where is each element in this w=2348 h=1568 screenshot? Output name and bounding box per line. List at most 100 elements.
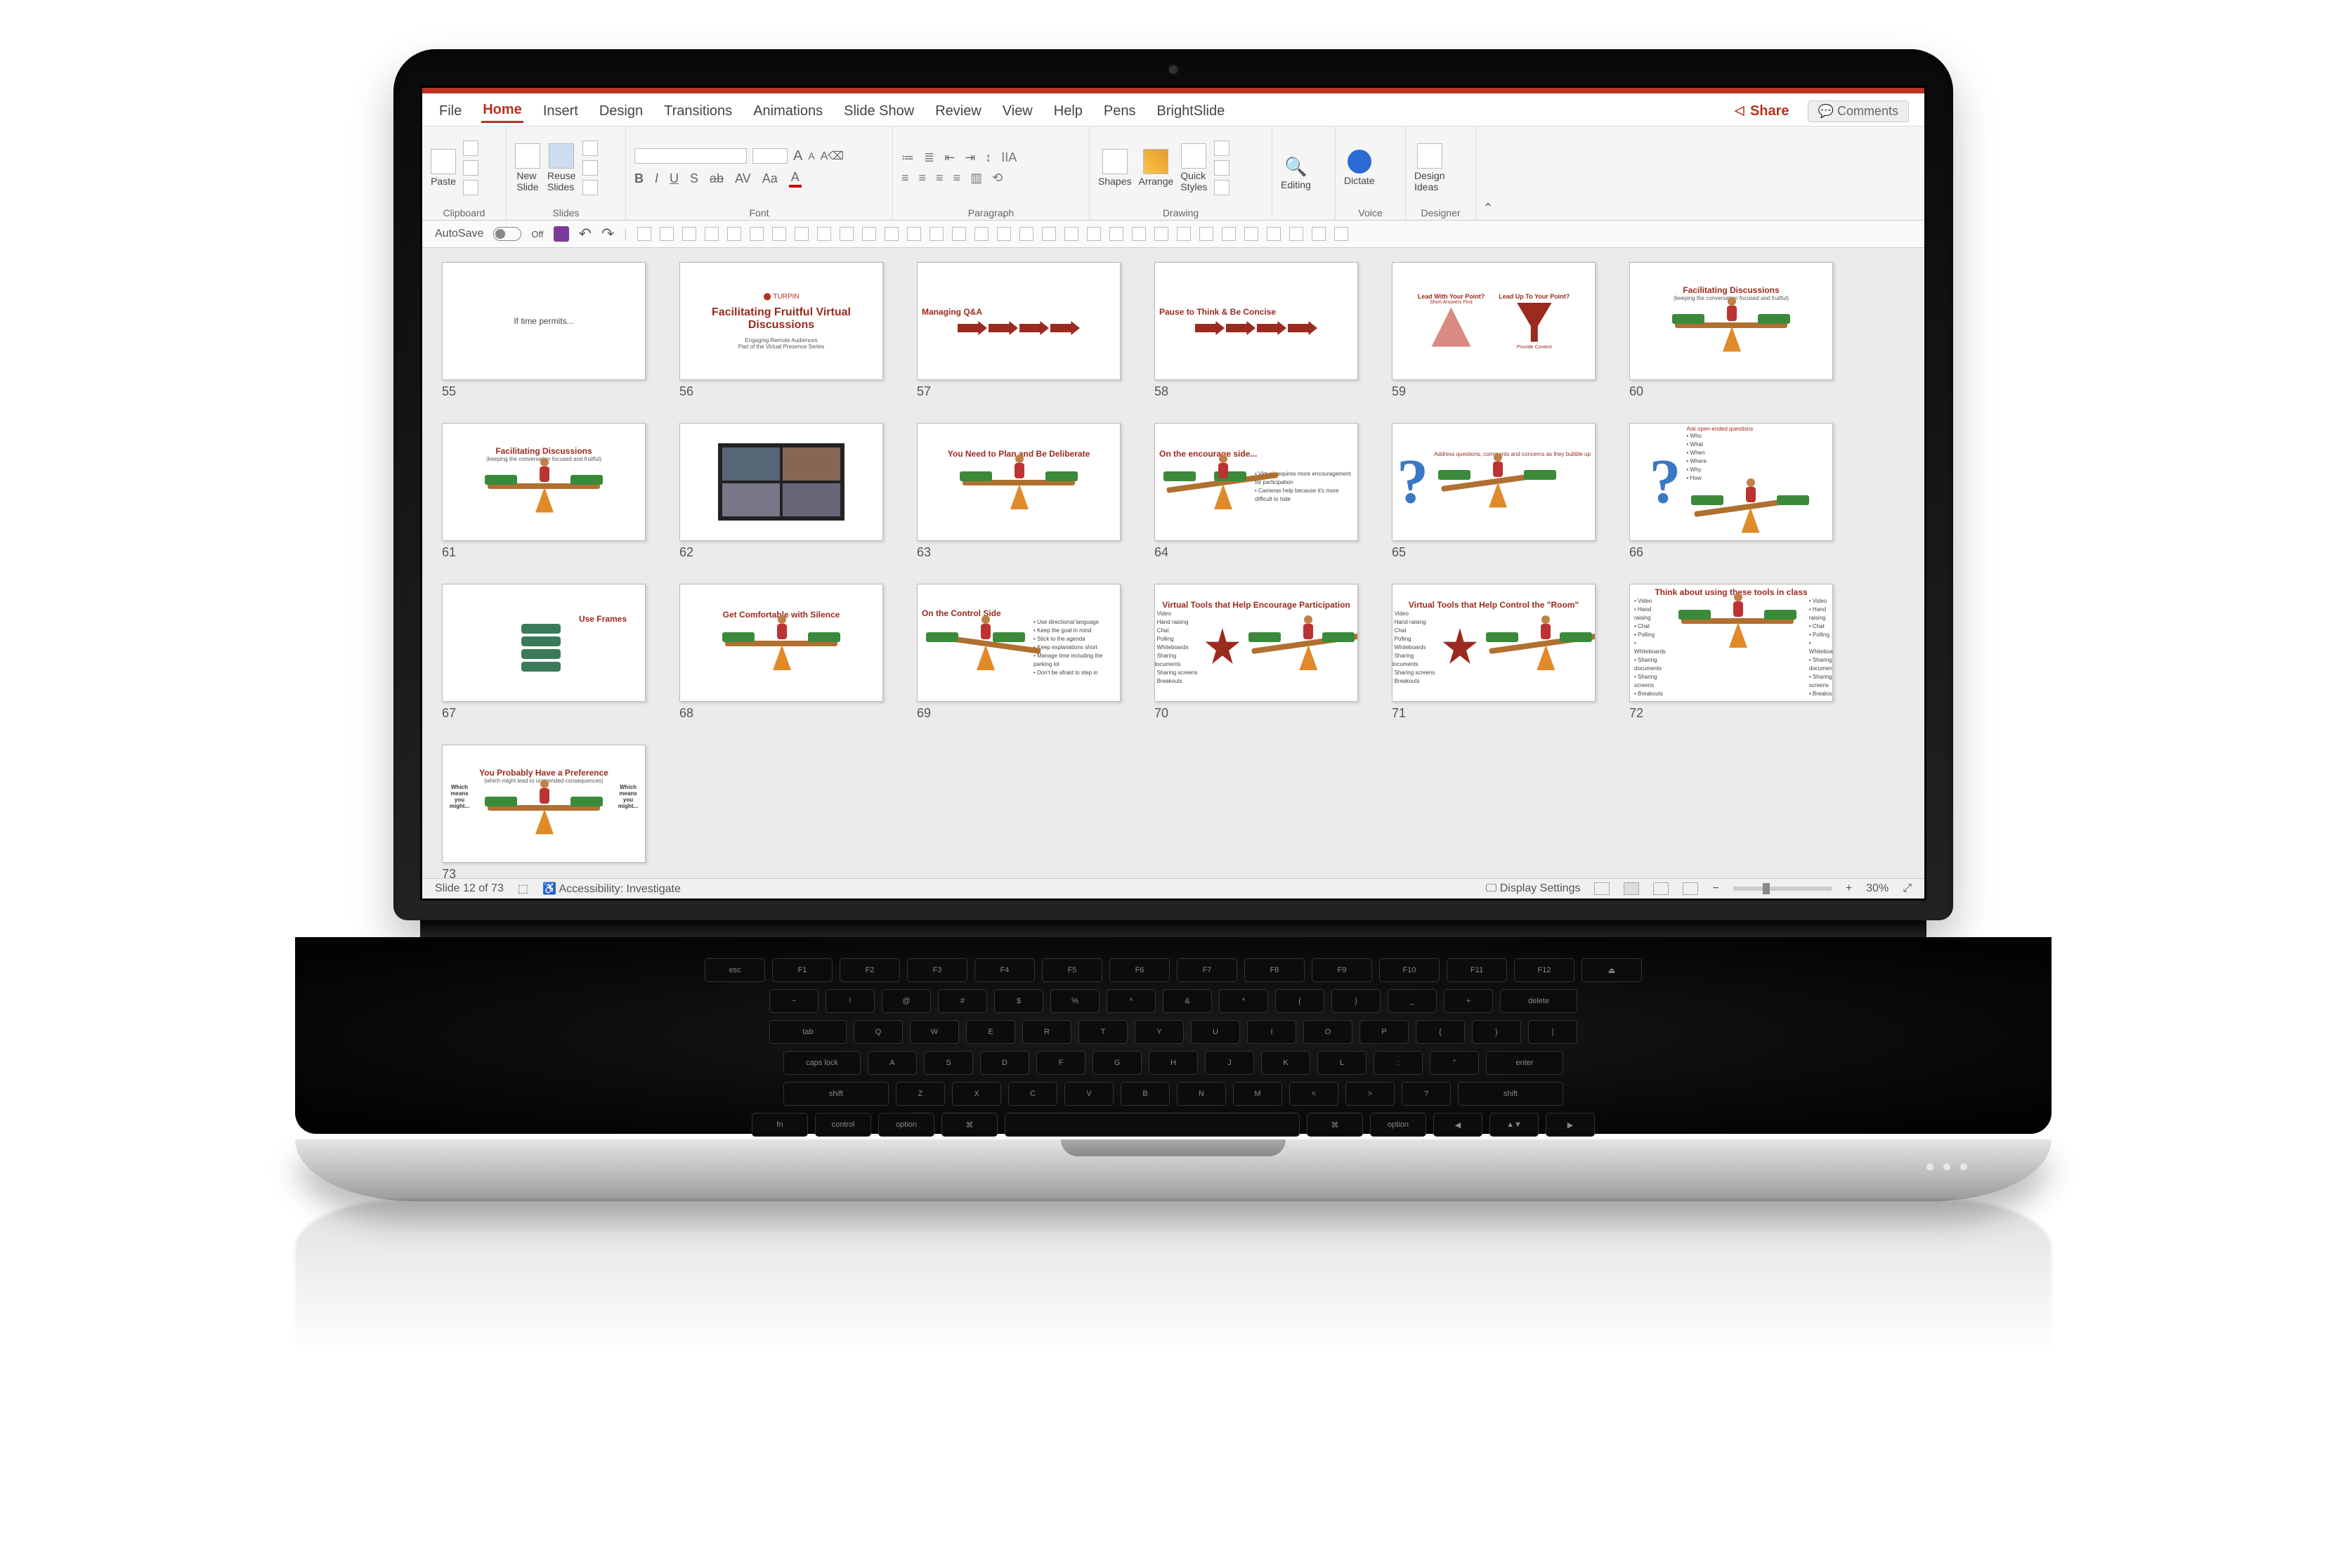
- clear-format-icon[interactable]: A⌫: [821, 149, 844, 163]
- bullets-button[interactable]: ≔: [901, 150, 914, 165]
- paste-button[interactable]: Paste: [431, 149, 456, 187]
- language-icon[interactable]: ⬚: [518, 882, 528, 896]
- layout-icon[interactable]: [582, 141, 598, 156]
- reset-icon[interactable]: [582, 160, 598, 176]
- sorter-view-button[interactable]: [1624, 882, 1639, 895]
- qat-icon[interactable]: [1289, 227, 1303, 241]
- qat-icon[interactable]: [817, 227, 831, 241]
- qat-icon[interactable]: [1222, 227, 1236, 241]
- indent-increase-button[interactable]: ⇥: [965, 150, 975, 165]
- copy-icon[interactable]: [463, 160, 478, 176]
- display-settings-button[interactable]: 🖵 Display Settings: [1486, 882, 1581, 895]
- new-slide-button[interactable]: New Slide: [515, 143, 540, 192]
- slide-thumbnail[interactable]: Think about using these tools in class• …: [1629, 584, 1833, 702]
- shapes-button[interactable]: Shapes: [1098, 149, 1131, 187]
- qat-icon[interactable]: [1154, 227, 1168, 241]
- section-icon[interactable]: [582, 180, 598, 195]
- shape-effects-icon[interactable]: [1214, 180, 1230, 195]
- editing-button[interactable]: 🔍Editing: [1281, 156, 1311, 190]
- dictate-button[interactable]: Dictate: [1344, 150, 1375, 186]
- qat-icon[interactable]: [952, 227, 966, 241]
- tab-animations[interactable]: Animations: [752, 100, 824, 122]
- qat-icon[interactable]: [885, 227, 899, 241]
- autosave-toggle[interactable]: [493, 227, 521, 241]
- qat-icon[interactable]: [997, 227, 1011, 241]
- font-size-select[interactable]: [752, 148, 788, 164]
- save-button[interactable]: [554, 226, 569, 242]
- qat-icon[interactable]: [930, 227, 944, 241]
- tab-slideshow[interactable]: Slide Show: [842, 100, 915, 122]
- italic-button[interactable]: I: [655, 171, 658, 186]
- char-spacing-button[interactable]: AV: [735, 171, 751, 186]
- qat-icon[interactable]: [1042, 227, 1056, 241]
- qat-icon[interactable]: [772, 227, 786, 241]
- qat-icon[interactable]: [1064, 227, 1078, 241]
- slide-thumbnail[interactable]: You Need to Plan and Be Deliberate: [917, 423, 1121, 541]
- qat-icon[interactable]: [907, 227, 921, 241]
- qat-icon[interactable]: [974, 227, 989, 241]
- line-spacing-button[interactable]: ↕: [985, 150, 991, 165]
- increase-font-icon[interactable]: A: [793, 148, 802, 164]
- qat-icon[interactable]: [795, 227, 809, 241]
- shape-fill-icon[interactable]: [1214, 141, 1230, 156]
- qat-icon[interactable]: [660, 227, 674, 241]
- slide-thumbnail[interactable]: ⬤ TURPINFacilitating Fruitful Virtual Di…: [679, 262, 883, 380]
- font-color-button[interactable]: A: [789, 170, 802, 188]
- shape-outline-icon[interactable]: [1214, 160, 1230, 176]
- tab-review[interactable]: Review: [934, 100, 983, 122]
- qat-icon[interactable]: [1132, 227, 1146, 241]
- zoom-slider[interactable]: [1733, 887, 1832, 891]
- zoom-in-button[interactable]: +: [1846, 882, 1852, 895]
- tab-transitions[interactable]: Transitions: [663, 100, 733, 122]
- slide-thumbnail[interactable]: Virtual Tools that Help Control the "Roo…: [1392, 584, 1596, 702]
- qat-icon[interactable]: [705, 227, 719, 241]
- qat-icon[interactable]: [1199, 227, 1213, 241]
- arrange-button[interactable]: Arrange: [1138, 149, 1173, 187]
- cut-icon[interactable]: [463, 141, 478, 156]
- slide-thumbnail[interactable]: Virtual Tools that Help Encourage Partic…: [1154, 584, 1358, 702]
- slide-thumbnail[interactable]: Facilitating Discussions(keeping the con…: [1629, 262, 1833, 380]
- slide-thumbnail[interactable]: If time permits...: [442, 262, 646, 380]
- qat-icon[interactable]: [1244, 227, 1258, 241]
- qat-icon[interactable]: [1177, 227, 1191, 241]
- justify-button[interactable]: ≡: [953, 171, 961, 185]
- slide-thumbnail[interactable]: Pause to Think & Be Concise: [1154, 262, 1358, 380]
- qat-icon[interactable]: [862, 227, 876, 241]
- redo-button[interactable]: ↷: [601, 225, 614, 243]
- qat-icon[interactable]: [637, 227, 651, 241]
- slide-thumbnail[interactable]: ?Ask open-ended questions• Who• What• Wh…: [1629, 423, 1833, 541]
- share-button[interactable]: Share: [1733, 103, 1789, 119]
- slideshow-view-button[interactable]: [1683, 882, 1698, 895]
- format-painter-icon[interactable]: [463, 180, 478, 195]
- strike-button[interactable]: ab: [710, 171, 724, 186]
- design-ideas-button[interactable]: Design Ideas: [1414, 143, 1445, 192]
- slide-thumbnail[interactable]: [679, 423, 883, 541]
- qat-icon[interactable]: [1267, 227, 1281, 241]
- columns-button[interactable]: ▥: [970, 171, 982, 185]
- normal-view-button[interactable]: [1594, 882, 1610, 895]
- slide-sorter-view[interactable]: If time permits...55⬤ TURPINFacilitating…: [422, 248, 1924, 878]
- slide-thumbnail[interactable]: Lead With Your Point?Short Answers First…: [1392, 262, 1596, 380]
- tab-file[interactable]: File: [438, 100, 463, 122]
- zoom-out-button[interactable]: −: [1712, 882, 1718, 895]
- align-center-button[interactable]: ≡: [919, 171, 927, 185]
- qat-icon[interactable]: [1334, 227, 1348, 241]
- slide-thumbnail[interactable]: Facilitating Discussions(keeping the con…: [442, 423, 646, 541]
- numbering-button[interactable]: ≣: [924, 150, 934, 165]
- slide-thumbnail[interactable]: On the Control Side• Use directional lan…: [917, 584, 1121, 702]
- tab-view[interactable]: View: [1001, 100, 1034, 122]
- text-direction-button[interactable]: IIA: [1001, 150, 1017, 165]
- quick-styles-button[interactable]: Quick Styles: [1180, 143, 1207, 192]
- qat-icon[interactable]: [1312, 227, 1326, 241]
- qat-icon[interactable]: [1109, 227, 1123, 241]
- shadow-button[interactable]: S: [690, 171, 698, 186]
- bold-button[interactable]: B: [634, 171, 644, 186]
- indent-decrease-button[interactable]: ⇤: [944, 150, 955, 165]
- qat-icon[interactable]: [682, 227, 696, 241]
- tab-pens[interactable]: Pens: [1102, 100, 1137, 122]
- collapse-ribbon-button[interactable]: ⌃: [1476, 126, 1500, 220]
- accessibility-status[interactable]: ♿ Accessibility: Investigate: [542, 882, 681, 896]
- slide-thumbnail[interactable]: Managing Q&A: [917, 262, 1121, 380]
- tab-insert[interactable]: Insert: [542, 100, 580, 122]
- tab-help[interactable]: Help: [1052, 100, 1084, 122]
